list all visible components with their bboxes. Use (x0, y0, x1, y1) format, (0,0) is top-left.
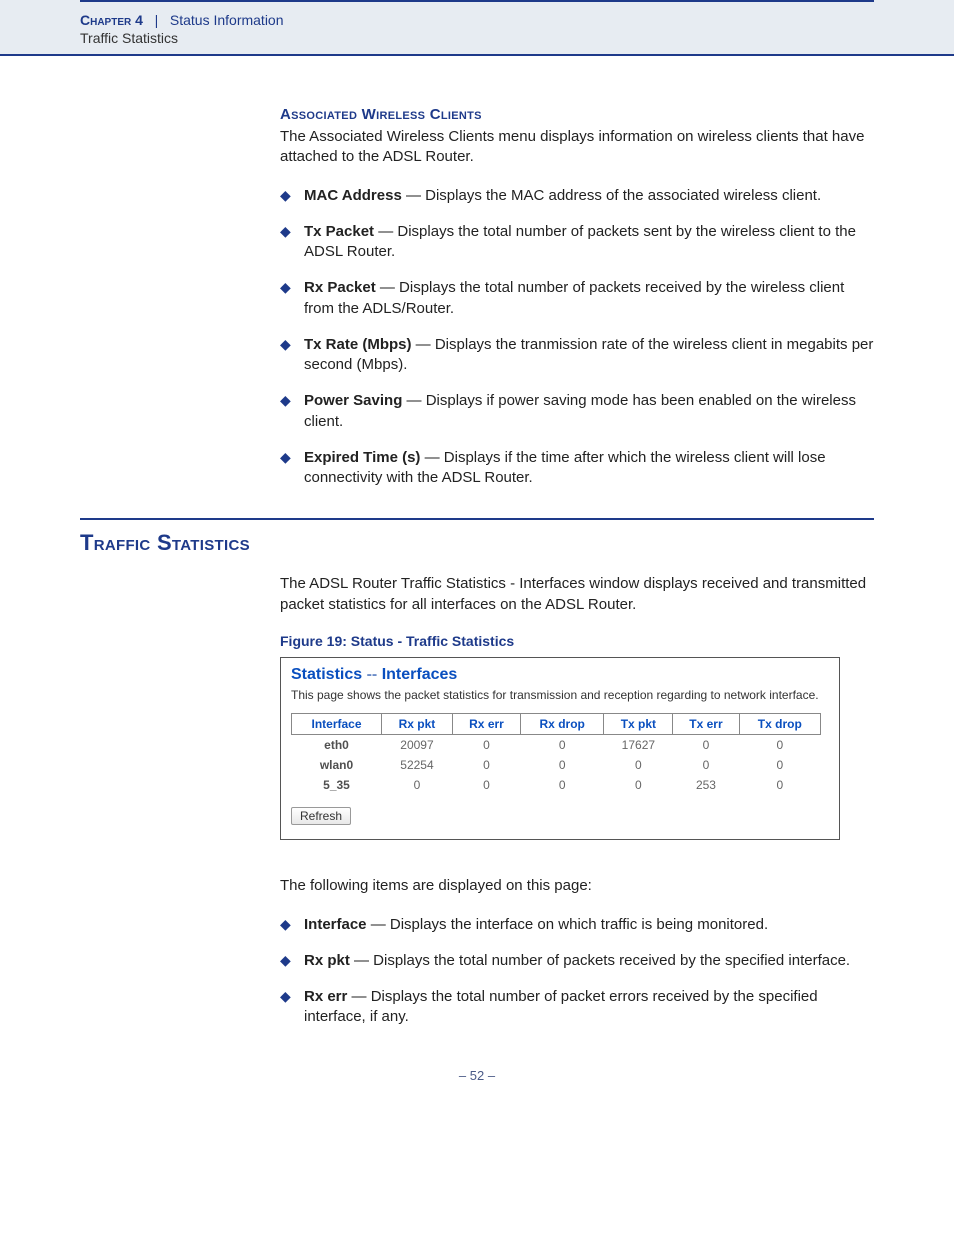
stats-col-header: Rx err (452, 714, 520, 735)
list-item: Tx Rate (Mbps) — Displays the tranmissio… (304, 335, 874, 376)
header-separator: | (147, 12, 166, 28)
list-item: Rx pkt — Displays the total number of pa… (304, 951, 874, 971)
figure-screenshot: Statistics -- Interfaces This page shows… (280, 657, 840, 841)
table-cell: 253 (673, 775, 739, 795)
subsection-heading-awc: Associated Wireless Clients (280, 106, 874, 123)
awc-field-list: MAC Address — Displays the MAC address o… (280, 186, 874, 489)
table-cell: 17627 (604, 735, 673, 756)
refresh-button[interactable]: Refresh (291, 807, 351, 825)
screenshot-title: Statistics -- Interfaces (291, 666, 829, 684)
stats-header-row: InterfaceRx pktRx errRx dropTx pktTx err… (292, 714, 821, 735)
table-cell: 0 (452, 755, 520, 775)
stats-col-header: Tx pkt (604, 714, 673, 735)
table-cell: 0 (739, 735, 820, 756)
list-item: MAC Address — Displays the MAC address o… (304, 186, 874, 206)
page-number: – 52 – (80, 1068, 874, 1083)
table-cell: 0 (452, 775, 520, 795)
page-header: Chapter 4 | Status Information Traffic S… (0, 0, 954, 56)
subsection-intro-awc: The Associated Wireless Clients menu dis… (280, 127, 874, 168)
traffic-field-list: Interface — Displays the interface on wh… (280, 915, 874, 1028)
chapter-title: Status Information (170, 12, 284, 28)
table-cell: 0 (673, 755, 739, 775)
section-divider (80, 518, 874, 520)
table-cell: 0 (382, 775, 453, 795)
figure-caption: Figure 19: Status - Traffic Statistics (280, 633, 874, 649)
table-row: eth020097001762700 (292, 735, 821, 756)
table-cell: eth0 (292, 735, 382, 756)
list-item: Power Saving — Displays if power saving … (304, 391, 874, 432)
stats-col-header: Rx pkt (382, 714, 453, 735)
list-item: Rx err — Displays the total number of pa… (304, 987, 874, 1028)
stats-table: InterfaceRx pktRx errRx dropTx pktTx err… (291, 713, 821, 795)
table-cell: 0 (739, 775, 820, 795)
header-subline: Traffic Statistics (80, 30, 874, 46)
stats-col-header: Tx err (673, 714, 739, 735)
table-cell: 0 (452, 735, 520, 756)
table-cell: 52254 (382, 755, 453, 775)
screenshot-description: This page shows the packet statistics fo… (291, 688, 829, 704)
stats-col-header: Rx drop (521, 714, 604, 735)
table-cell: 0 (604, 775, 673, 795)
table-cell: 20097 (382, 735, 453, 756)
section-intro-traffic: The ADSL Router Traffic Statistics - Int… (280, 574, 874, 615)
table-cell: 0 (521, 755, 604, 775)
list-item: Expired Time (s) — Displays if the time … (304, 448, 874, 489)
table-cell: 0 (521, 775, 604, 795)
chapter-label: Chapter 4 (80, 12, 143, 28)
list-item: Tx Packet — Displays the total number of… (304, 222, 874, 263)
stats-col-header: Interface (292, 714, 382, 735)
table-cell: 5_35 (292, 775, 382, 795)
table-row: 5_3500002530 (292, 775, 821, 795)
table-cell: 0 (521, 735, 604, 756)
table-cell: wlan0 (292, 755, 382, 775)
table-cell: 0 (739, 755, 820, 775)
section-heading-traffic: Traffic Statistics (80, 530, 874, 556)
stats-col-header: Tx drop (739, 714, 820, 735)
post-figure-intro: The following items are displayed on thi… (280, 876, 874, 896)
table-cell: 0 (673, 735, 739, 756)
list-item: Rx Packet — Displays the total number of… (304, 278, 874, 319)
table-cell: 0 (604, 755, 673, 775)
list-item: Interface — Displays the interface on wh… (304, 915, 874, 935)
table-row: wlan05225400000 (292, 755, 821, 775)
